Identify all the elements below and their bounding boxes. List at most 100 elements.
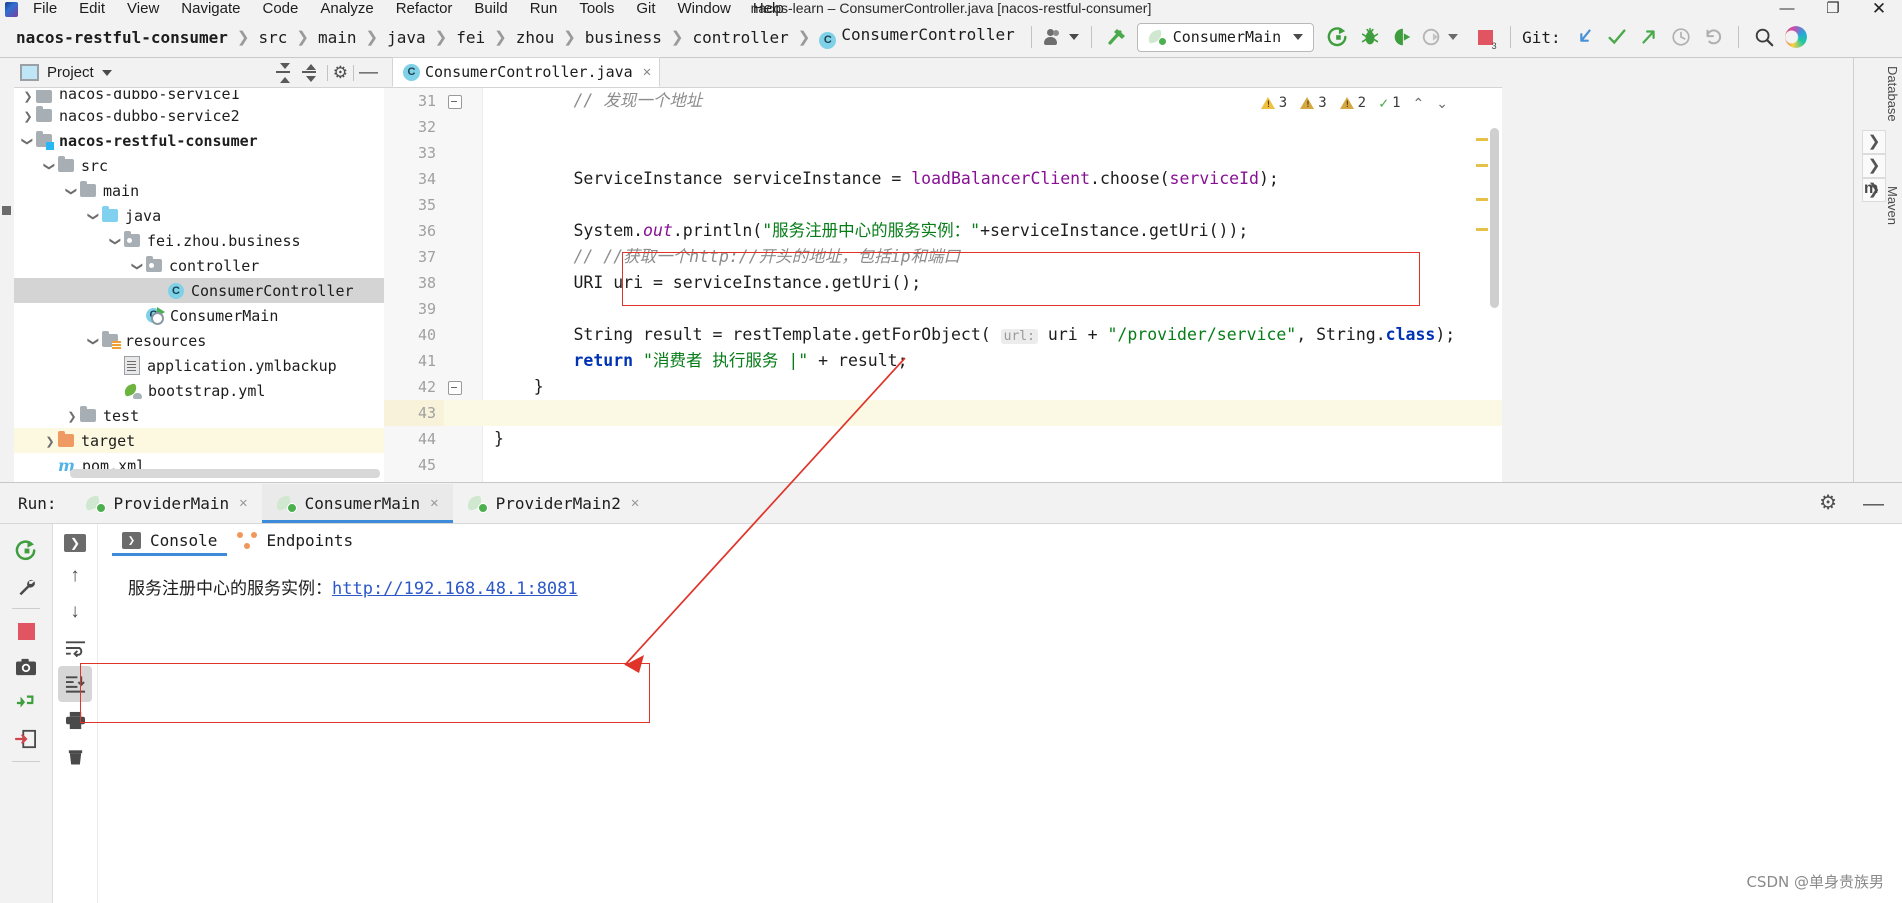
- breadcrumb-item-controller[interactable]: controller: [690, 26, 790, 49]
- expand-right-panel-icon-2[interactable]: ❯: [1862, 154, 1886, 178]
- run-tab-providermain[interactable]: ProviderMain ✕: [71, 484, 262, 523]
- close-icon[interactable]: ✕: [430, 495, 438, 511]
- gear-icon[interactable]: ⚙: [333, 64, 348, 81]
- tree-node-resources[interactable]: resources: [14, 328, 384, 353]
- weak-warning-count-indicator[interactable]: 2: [1339, 95, 1366, 111]
- menu-window[interactable]: Window: [667, 0, 742, 17]
- tree-node-main[interactable]: main: [14, 178, 384, 203]
- tree-node-controller[interactable]: controller: [14, 253, 384, 278]
- vcs-push-button[interactable]: [1633, 24, 1665, 50]
- stop-button[interactable]: 3: [1469, 24, 1501, 51]
- menu-refactor[interactable]: Refactor: [385, 0, 464, 17]
- menu-tools[interactable]: Tools: [568, 0, 625, 17]
- menu-build[interactable]: Build: [463, 0, 518, 17]
- code-line[interactable]: 34 ServiceInstance serviceInstance = loa…: [384, 166, 1502, 192]
- menu-code[interactable]: Code: [251, 0, 309, 17]
- tree-node-nacos-restful-consumer[interactable]: nacos-restful-consumer: [14, 128, 384, 153]
- code-line[interactable]: 35: [384, 192, 1502, 218]
- close-button[interactable]: ✕: [1856, 0, 1902, 17]
- code-line[interactable]: 38 URI uri = serviceInstance.getUri();: [384, 270, 1502, 296]
- ok-count-indicator[interactable]: ✓ 1: [1379, 94, 1400, 112]
- build-project-button[interactable]: [1101, 24, 1133, 50]
- run-button[interactable]: [1322, 24, 1354, 50]
- chevron-down-icon[interactable]: [101, 69, 112, 76]
- editor-tab-consumercontroller[interactable]: C ConsumerController.java ✕: [392, 57, 661, 87]
- chevron-down-icon[interactable]: [86, 334, 102, 348]
- ide-logo-button[interactable]: [1780, 24, 1812, 50]
- menu-file[interactable]: File: [22, 0, 68, 17]
- tab-endpoints[interactable]: Endpoints: [227, 525, 363, 556]
- clear-all-icon[interactable]: [58, 738, 92, 774]
- close-icon[interactable]: ✕: [631, 495, 639, 511]
- thread-dump-icon[interactable]: [9, 685, 43, 721]
- menu-analyze[interactable]: Analyze: [309, 0, 384, 17]
- breadcrumb-item-java[interactable]: java: [385, 26, 428, 49]
- expand-right-panel-icon-1[interactable]: ❯: [1862, 130, 1886, 154]
- expand-all-icon[interactable]: [270, 62, 296, 84]
- profile-button[interactable]: [1418, 24, 1461, 50]
- tab-console[interactable]: ❯ Console: [112, 525, 228, 556]
- project-horizontal-scrollbar[interactable]: [70, 469, 380, 478]
- maximize-button[interactable]: ❐: [1810, 0, 1856, 17]
- breadcrumb-item-zhou[interactable]: zhou: [514, 26, 557, 49]
- code-line[interactable]: 42 }: [384, 374, 1502, 400]
- warning-count-indicator[interactable]: 3: [1300, 95, 1327, 111]
- menu-view[interactable]: View: [116, 0, 170, 17]
- tree-node-bootstrap-yml[interactable]: bootstrap.yml: [14, 378, 384, 403]
- code-editor[interactable]: 31 // 发现一个地址 32 33 34 ServiceInstance servi…: [384, 88, 1502, 483]
- code-line[interactable]: 36 System.out.println("服务注册中心的服务实例："+ser…: [384, 218, 1502, 244]
- tree-node-fei-zhou-business[interactable]: fei.zhou.business: [14, 228, 384, 253]
- chevron-right-icon[interactable]: [20, 90, 36, 103]
- run-with-coverage-button[interactable]: [1386, 24, 1418, 50]
- scroll-down-icon[interactable]: ↓: [58, 594, 92, 630]
- menu-git[interactable]: Git: [625, 0, 666, 17]
- chevron-down-icon[interactable]: [20, 134, 36, 148]
- code-line[interactable]: 45: [384, 452, 1502, 478]
- console-output[interactable]: 服务注册中心的服务实例：http://192.168.48.1:8081: [98, 556, 1902, 599]
- chevron-down-icon[interactable]: [42, 159, 58, 173]
- chevron-right-icon[interactable]: [20, 109, 36, 123]
- breadcrumb-item-fei[interactable]: fei: [454, 26, 487, 49]
- menu-run[interactable]: Run: [519, 0, 569, 17]
- gear-icon[interactable]: ⚙: [1819, 493, 1837, 513]
- menu-edit[interactable]: Edit: [68, 0, 116, 17]
- soft-wrap-icon[interactable]: [58, 630, 92, 666]
- chevron-down-icon[interactable]: [64, 184, 80, 198]
- code-line[interactable]: 44}: [384, 426, 1502, 452]
- console-output-link[interactable]: http://192.168.48.1:8081: [332, 579, 578, 599]
- tree-node-consumercontroller[interactable]: C ConsumerController: [14, 278, 384, 303]
- code-line[interactable]: 39: [384, 296, 1502, 322]
- fold-marker-icon[interactable]: [448, 95, 462, 109]
- export-icon[interactable]: [9, 721, 43, 757]
- close-icon[interactable]: ✕: [239, 495, 247, 511]
- tree-node-test[interactable]: test: [14, 403, 384, 428]
- tree-node-consumermain[interactable]: C ConsumerMain: [14, 303, 384, 328]
- chevron-right-icon[interactable]: [64, 409, 80, 423]
- error-count-indicator[interactable]: 3: [1260, 95, 1287, 111]
- code-line[interactable]: 43: [384, 400, 1502, 426]
- project-tree[interactable]: nacos-dubbo-service1 nacos-dubbo-service2…: [14, 88, 384, 482]
- run-configuration-selector[interactable]: ConsumerMain: [1136, 22, 1315, 52]
- debug-button[interactable]: [1354, 24, 1386, 50]
- vcs-commit-button[interactable]: [1601, 24, 1633, 50]
- breadcrumb-item-business[interactable]: business: [583, 26, 664, 49]
- fold-marker-icon[interactable]: [448, 381, 462, 395]
- code-with-me-button[interactable]: [1041, 24, 1082, 50]
- tree-node-nacos-dubbo-service1[interactable]: nacos-dubbo-service1: [14, 90, 384, 103]
- breadcrumb-item-class[interactable]: C ConsumerController: [817, 23, 1016, 51]
- menu-navigate[interactable]: Navigate: [170, 0, 251, 17]
- breadcrumb-item-main[interactable]: main: [316, 26, 359, 49]
- tree-node-application-ymlbackup[interactable]: application.ymlbackup: [14, 353, 384, 378]
- structure-stripe-button[interactable]: [2, 206, 11, 215]
- close-icon[interactable]: ✕: [643, 64, 651, 80]
- code-line[interactable]: 40 String result = restTemplate.getForOb…: [384, 322, 1502, 348]
- editor-vertical-scrollbar[interactable]: [1490, 128, 1499, 308]
- code-line[interactable]: 41 return "消费者 执行服务 |" + result;: [384, 348, 1502, 374]
- breadcrumb-item-src[interactable]: src: [257, 26, 290, 49]
- scroll-up-icon[interactable]: ↑: [58, 558, 92, 594]
- code-line[interactable]: 32: [384, 114, 1502, 140]
- chevron-down-icon[interactable]: [108, 234, 124, 248]
- run-tab-providermain2[interactable]: ProviderMain2 ✕: [453, 484, 654, 523]
- code-line[interactable]: 33: [384, 140, 1502, 166]
- scroll-to-end-icon[interactable]: [58, 666, 92, 702]
